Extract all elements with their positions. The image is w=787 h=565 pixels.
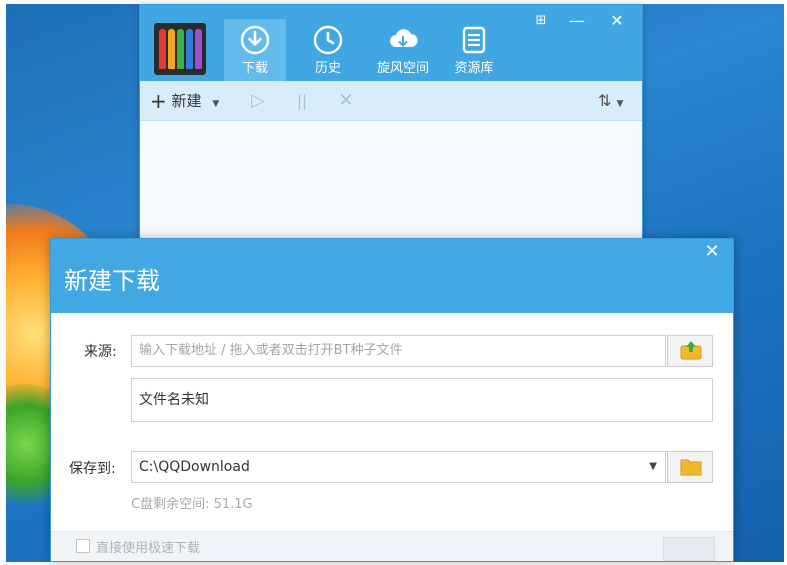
folder-icon <box>680 459 702 476</box>
cloud-space-icon <box>390 29 418 47</box>
filename-input[interactable]: 文件名未知 <box>131 378 713 422</box>
tab-history-label: 历史 <box>314 61 341 76</box>
fast-download-checkbox[interactable] <box>76 539 90 553</box>
open-folder-upload-icon <box>680 341 702 360</box>
download-icon <box>240 25 270 55</box>
plus-icon: + <box>150 89 167 113</box>
delete-button[interactable]: ✕ <box>336 91 356 111</box>
main-window: 下载 历史 旋风空间 资源库 ⊞ — ✕ + 新建 ▼ ▷ || ✕ ⇅ ▼ <box>139 4 643 242</box>
tab-resource-library[interactable]: 资源库 <box>443 19 505 81</box>
dialog-header: 新建下载 ✕ <box>51 239 733 313</box>
sort-chevron-icon: ▼ <box>616 99 624 109</box>
app-logo[interactable] <box>154 23 206 75</box>
minimize-button[interactable]: — <box>564 11 590 31</box>
save-path-select[interactable]: C:\QQDownload ▼ <box>131 451 666 483</box>
dialog-footer: 直接使用极速下载 <box>51 531 733 561</box>
tab-download[interactable]: 下载 <box>224 19 286 81</box>
close-button[interactable]: ✕ <box>604 11 630 31</box>
confirm-button[interactable] <box>663 537 715 561</box>
dialog-title: 新建下载 <box>64 267 160 295</box>
main-header: 下载 历史 旋风空间 资源库 ⊞ — ✕ <box>140 5 642 81</box>
download-toolbar: + 新建 ▼ ▷ || ✕ ⇅ ▼ <box>140 81 642 121</box>
new-download-dialog: 新建下载 ✕ 来源: 输入下载地址 / 拖入或者双击打开BT种子文件 文件名未知… <box>50 238 734 562</box>
tab-cloud-space-label: 旋风空间 <box>376 61 429 76</box>
fast-download-label: 直接使用极速下载 <box>96 541 201 556</box>
pause-button[interactable]: || <box>292 91 312 111</box>
free-space-text: C盘剩余空间: 51.1G <box>131 497 253 512</box>
open-torrent-button[interactable] <box>667 335 713 367</box>
chevron-down-icon[interactable]: ▼ <box>212 99 219 109</box>
new-download-label: 新建 <box>171 92 202 110</box>
history-clock-icon <box>313 25 343 55</box>
tab-download-label: 下载 <box>241 61 268 76</box>
dialog-close-button[interactable]: ✕ <box>699 240 725 264</box>
pin-button[interactable]: ⊞ <box>528 11 554 31</box>
save-path-value: C:\QQDownload <box>139 459 250 475</box>
sort-icon: ⇅ <box>598 91 612 110</box>
new-download-button[interactable]: + 新建 ▼ <box>150 89 219 113</box>
resource-library-icon <box>462 26 486 54</box>
save-to-label: 保存到: <box>69 461 116 477</box>
source-url-input[interactable]: 输入下载地址 / 拖入或者双击打开BT种子文件 <box>131 335 666 367</box>
start-button[interactable]: ▷ <box>248 91 268 111</box>
source-label: 来源: <box>84 344 117 360</box>
tab-resource-library-label: 资源库 <box>454 61 494 76</box>
sort-button[interactable]: ⇅ ▼ <box>598 91 623 111</box>
browse-folder-button[interactable] <box>667 451 713 483</box>
tab-history[interactable]: 历史 <box>297 19 359 81</box>
chevron-down-icon[interactable]: ▼ <box>649 452 657 482</box>
tab-cloud-space[interactable]: 旋风空间 <box>368 19 438 81</box>
